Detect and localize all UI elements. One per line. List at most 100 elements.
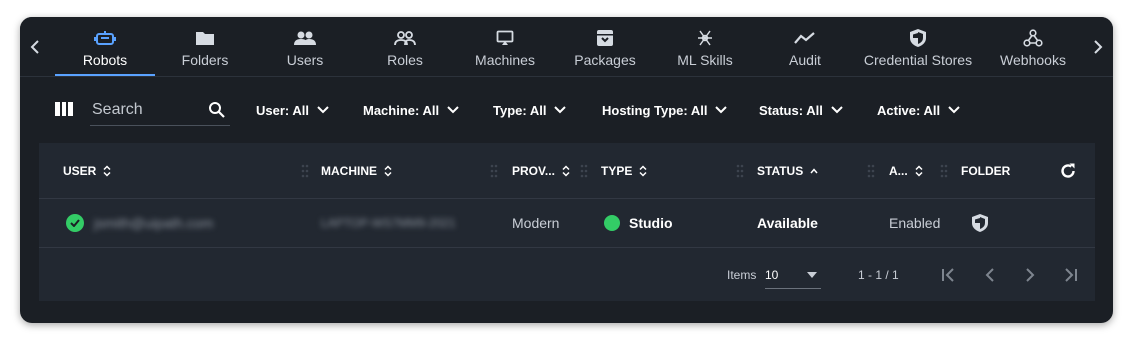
first-page-button[interactable] bbox=[936, 262, 962, 288]
tab-label: Roles bbox=[387, 52, 423, 68]
users-icon bbox=[294, 27, 316, 49]
column-resize-handle[interactable] bbox=[736, 164, 744, 178]
tab-users[interactable]: Users bbox=[260, 17, 350, 76]
tab-audit[interactable]: Audit bbox=[760, 17, 850, 76]
filter-label: Machine: All bbox=[363, 102, 440, 118]
column-resize-handle[interactable] bbox=[580, 164, 588, 178]
dropdown-arrow-icon bbox=[807, 272, 817, 278]
tab-roles[interactable]: Roles bbox=[360, 17, 450, 76]
columns-icon[interactable] bbox=[55, 102, 74, 116]
filter-label: Status: All bbox=[759, 102, 823, 118]
column-header-active[interactable]: A... bbox=[889, 143, 923, 198]
sort-icon bbox=[384, 164, 392, 177]
table-row[interactable]: jsmith@uipath.com LAPTOP-WS7MM9-2021 Mod… bbox=[39, 199, 1095, 248]
filter-label: User: All bbox=[256, 102, 309, 118]
robots-table: USER MACHINE PROV... TYPE STATUS A... FO… bbox=[39, 143, 1095, 301]
column-header-provision[interactable]: PROV... bbox=[512, 143, 570, 198]
tab-label: ML Skills bbox=[677, 52, 733, 68]
chevron-left-icon bbox=[30, 39, 39, 54]
page-range: 1 - 1 / 1 bbox=[858, 267, 899, 282]
chevron-down-icon bbox=[447, 106, 459, 114]
refresh-icon bbox=[1061, 163, 1075, 178]
next-page-button[interactable] bbox=[1017, 262, 1043, 288]
sort-icon bbox=[103, 164, 111, 177]
last-page-button[interactable] bbox=[1057, 262, 1083, 288]
chevron-down-icon bbox=[317, 106, 329, 114]
previous-page-button[interactable] bbox=[977, 262, 1003, 288]
tab-label: Credential Stores bbox=[863, 52, 973, 68]
chevron-right-icon bbox=[1094, 39, 1103, 54]
search-input[interactable] bbox=[90, 95, 204, 125]
type-cell: Studio bbox=[604, 199, 673, 247]
chevron-down-icon bbox=[715, 106, 728, 114]
scroll-right-button[interactable] bbox=[1083, 17, 1113, 76]
folder-icon bbox=[195, 27, 215, 49]
check-circle-icon bbox=[66, 214, 84, 232]
chevron-down-icon bbox=[948, 106, 960, 114]
machine-cell: LAPTOP-WS7MM9-2021 bbox=[321, 199, 456, 247]
page-size-select[interactable]: 10 bbox=[765, 262, 821, 289]
sort-icon bbox=[562, 164, 570, 177]
hosting-type-filter[interactable]: Hosting Type: All bbox=[602, 101, 728, 119]
folder-cell bbox=[971, 199, 989, 247]
tab-label: Audit bbox=[789, 52, 821, 68]
column-header-status[interactable]: STATUS bbox=[757, 143, 818, 198]
status-filter[interactable]: Status: All bbox=[759, 101, 843, 119]
column-resize-handle[interactable] bbox=[301, 164, 309, 178]
chevron-down-icon bbox=[831, 106, 843, 114]
column-header-folder[interactable]: FOLDER bbox=[961, 143, 1010, 198]
pagination: Items 10 1 - 1 / 1 bbox=[39, 248, 1095, 301]
tab-folders[interactable]: Folders bbox=[160, 17, 250, 76]
column-resize-handle[interactable] bbox=[490, 164, 498, 178]
sort-icon bbox=[639, 164, 647, 177]
active-filter[interactable]: Active: All bbox=[877, 101, 960, 119]
tab-machines[interactable]: Machines bbox=[455, 17, 555, 76]
refresh-button[interactable] bbox=[1059, 143, 1077, 198]
user-cell: jsmith@uipath.com bbox=[66, 199, 213, 247]
items-label: Items bbox=[727, 267, 757, 282]
tab-label: Machines bbox=[475, 52, 535, 68]
shield-icon bbox=[909, 27, 927, 49]
tab-label: Robots bbox=[82, 52, 128, 68]
ml-skills-icon bbox=[696, 27, 714, 49]
tab-label: Webhooks bbox=[1000, 52, 1066, 68]
column-resize-handle[interactable] bbox=[940, 164, 948, 178]
status-dot bbox=[604, 215, 620, 231]
filter-label: Type: All bbox=[493, 102, 547, 118]
package-icon bbox=[596, 27, 614, 49]
tab-webhooks[interactable]: Webhooks bbox=[988, 17, 1078, 76]
type-filter[interactable]: Type: All bbox=[493, 101, 567, 119]
filter-bar: User: All Machine: All Type: All Hosting… bbox=[20, 77, 1113, 143]
machine-name: LAPTOP-WS7MM9-2021 bbox=[321, 216, 456, 230]
active-cell: Enabled bbox=[889, 215, 941, 231]
search-box bbox=[90, 95, 230, 126]
column-resize-handle[interactable] bbox=[867, 164, 875, 178]
provision-cell: Modern bbox=[512, 215, 560, 231]
tab-credential-stores[interactable]: Credential Stores bbox=[858, 17, 978, 76]
column-header-user[interactable]: USER bbox=[63, 143, 111, 198]
chevron-right-icon bbox=[1026, 268, 1035, 282]
user-name: jsmith@uipath.com bbox=[94, 215, 214, 231]
chevron-left-icon bbox=[985, 268, 994, 282]
roles-icon bbox=[394, 27, 416, 49]
last-page-icon bbox=[1065, 268, 1077, 282]
scroll-left-button[interactable] bbox=[20, 17, 50, 76]
audit-icon bbox=[794, 27, 816, 49]
tab-label: Packages bbox=[574, 52, 636, 68]
tab-robots[interactable]: Robots bbox=[55, 17, 155, 76]
orchestrator-panel: Robots Folders Users Roles Machines Pack… bbox=[20, 17, 1113, 323]
column-header-machine[interactable]: MACHINE bbox=[321, 143, 392, 198]
shield-icon bbox=[972, 214, 988, 232]
tab-ml-skills[interactable]: ML Skills bbox=[660, 17, 750, 76]
user-filter[interactable]: User: All bbox=[256, 101, 329, 119]
table-header: USER MACHINE PROV... TYPE STATUS A... FO… bbox=[39, 143, 1095, 199]
search-icon[interactable] bbox=[208, 101, 226, 119]
tab-packages[interactable]: Packages bbox=[560, 17, 650, 76]
tab-label: Users bbox=[286, 52, 324, 68]
sort-icon bbox=[915, 164, 923, 177]
filter-label: Active: All bbox=[877, 102, 941, 118]
tab-label: Folders bbox=[181, 52, 229, 68]
machine-filter[interactable]: Machine: All bbox=[363, 101, 459, 119]
column-header-type[interactable]: TYPE bbox=[601, 143, 647, 198]
monitor-icon bbox=[496, 27, 514, 49]
